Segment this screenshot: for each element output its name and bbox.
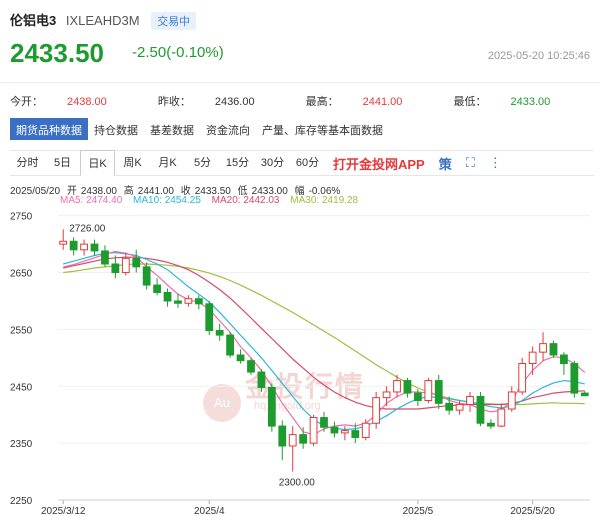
candle-body xyxy=(413,392,422,401)
x-tick-label: 2025/5/20 xyxy=(510,506,555,516)
candle-body xyxy=(528,351,537,365)
y-tick-label: 2450 xyxy=(10,382,33,393)
candle-body xyxy=(174,300,182,304)
candle-body xyxy=(194,298,203,305)
candle-body xyxy=(466,396,474,405)
candle-body xyxy=(309,417,318,444)
candle-body xyxy=(445,402,454,411)
candle-body xyxy=(487,422,495,427)
candle-body xyxy=(361,422,370,438)
candle-body xyxy=(278,425,287,447)
candle-body xyxy=(424,380,433,401)
candle-body xyxy=(372,397,381,424)
candle-body xyxy=(153,284,161,293)
candle-body xyxy=(215,330,224,336)
candle-body xyxy=(111,263,120,274)
candle-body xyxy=(257,371,266,388)
candle-body xyxy=(90,243,99,252)
candle-body xyxy=(80,243,88,251)
ma10-line xyxy=(63,251,585,431)
kline-chart[interactable]: 2750 2650 2550 2450 2350 2250 2025/3/12 2025/4 2… xyxy=(0,0,600,516)
candle-body xyxy=(132,257,141,268)
candle-body xyxy=(59,240,68,245)
candle-body xyxy=(570,363,579,394)
candle-body xyxy=(205,303,214,332)
candle-body xyxy=(299,434,308,444)
candle-body xyxy=(340,430,349,434)
candle-body xyxy=(320,417,328,428)
candle-body xyxy=(434,380,443,404)
candle-body xyxy=(163,291,172,302)
candle-body xyxy=(101,250,109,265)
candle-body xyxy=(393,380,401,393)
y-tick-label: 2350 xyxy=(10,439,33,450)
candle-body xyxy=(69,240,78,251)
y-tick-label: 2750 xyxy=(10,212,33,223)
candle-body xyxy=(539,343,547,353)
candle-body xyxy=(184,298,193,304)
y-tick-label: 2250 xyxy=(10,496,33,507)
ma30-line xyxy=(63,263,585,406)
candle-body xyxy=(142,266,151,286)
candle-body xyxy=(455,403,464,411)
candle-body xyxy=(382,391,391,399)
y-tick-label: 2550 xyxy=(10,325,33,336)
y-tick-label: 2650 xyxy=(10,269,33,280)
x-tick-label: 2025/3/12 xyxy=(41,506,86,516)
candle-body xyxy=(560,354,568,365)
candle-body xyxy=(236,354,245,362)
candle-body xyxy=(351,430,360,438)
candle-body xyxy=(288,434,297,447)
candle-body xyxy=(549,343,558,356)
candle-body xyxy=(330,426,339,434)
candle-body xyxy=(507,391,516,410)
max-annotation: 2726.00 xyxy=(69,223,106,234)
x-tick-label: 2025/4 xyxy=(194,506,225,516)
candle-body xyxy=(247,360,255,373)
x-tick-label: 2025/5 xyxy=(403,506,434,516)
candle-body xyxy=(267,386,276,427)
candle-body xyxy=(403,380,412,394)
candle-body xyxy=(226,334,235,356)
candle-body xyxy=(580,392,589,397)
candle-body xyxy=(518,363,527,393)
candle-body xyxy=(121,257,130,274)
min-annotation: 2300.00 xyxy=(279,478,316,489)
candle-body xyxy=(497,408,506,427)
candle-body xyxy=(476,396,485,424)
